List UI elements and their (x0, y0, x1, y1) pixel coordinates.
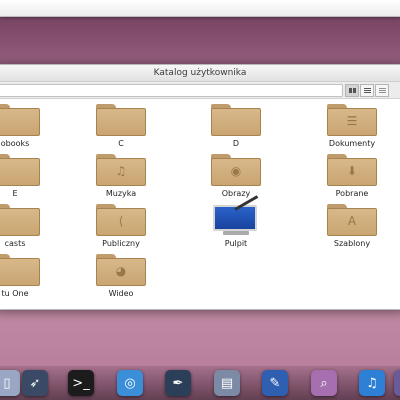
folder-label: Wideo (108, 289, 134, 298)
desktop-icon (211, 195, 261, 236)
folder-icon (0, 104, 40, 136)
folder-label: Szablony (333, 239, 371, 248)
folder-grid: obooks C D ☰ Dokumenty E ♫ Muzyka ◉ Obra… (0, 99, 400, 309)
music-icon[interactable]: ♫ (359, 370, 385, 396)
dock: ▯ ➶ >_ ◎ ✒ ▤ ✎ ⌕ ♫ ◆ (0, 366, 400, 400)
folder-label: Pobrane (335, 189, 369, 198)
folder-icon (0, 154, 40, 186)
folder-item[interactable]: casts (0, 204, 55, 248)
templates-folder-icon: A (327, 204, 377, 236)
search-icon[interactable]: ⌕ (311, 370, 337, 396)
folder-label: obooks (0, 139, 30, 148)
tools-icon[interactable]: ✒ (165, 370, 191, 396)
icon-view-button[interactable] (345, 84, 359, 97)
folder-label: E (12, 189, 18, 198)
folder-label: casts (4, 239, 26, 248)
terminal-icon[interactable]: >_ (68, 370, 94, 396)
folder-item[interactable]: ⟨ Publiczny (81, 204, 161, 248)
folder-item[interactable]: ⬇ Pobrane (312, 154, 392, 198)
downloads-folder-icon: ⬇ (327, 154, 377, 186)
folder-item[interactable]: ◕ Wideo (81, 254, 161, 298)
folder-item[interactable]: D (196, 104, 276, 148)
folder-icon (0, 204, 40, 236)
music-folder-icon: ♫ (96, 154, 146, 186)
documents-icon[interactable]: ▤ (214, 370, 240, 396)
top-panel (0, 0, 400, 17)
file-manager-window: Katalog użytkownika obooks C D ☰ Dokumen… (0, 64, 400, 310)
folder-label: D (232, 139, 240, 148)
folder-label: C (118, 139, 124, 148)
network-icon[interactable]: ◎ (117, 370, 143, 396)
folder-item[interactable]: ◉ Obrazy (196, 154, 276, 198)
folder-item[interactable]: obooks (0, 104, 55, 148)
public-folder-icon: ⟨ (96, 204, 146, 236)
window-title: Katalog użytkownika (0, 65, 400, 82)
videos-folder-icon: ◕ (96, 254, 146, 286)
location-bar[interactable] (0, 84, 343, 97)
folder-label: Obrazy (221, 189, 251, 198)
list-icon (363, 88, 371, 93)
quill-icon[interactable]: ✎ (262, 370, 288, 396)
documents-folder-icon: ☰ (327, 104, 377, 136)
folder-label: tu One (1, 289, 29, 298)
folder-label: Pulpit (224, 239, 248, 248)
folder-item[interactable]: C (81, 104, 161, 148)
pictures-folder-icon: ◉ (211, 154, 261, 186)
folder-label: Dokumenty (328, 139, 376, 148)
folder-icon (0, 254, 40, 286)
app-icon[interactable]: ◆ (394, 370, 400, 396)
folder-label: Publiczny (102, 239, 140, 248)
desktop-item[interactable]: Pulpit (196, 195, 276, 248)
compact-view-button[interactable] (375, 84, 389, 97)
folder-item[interactable]: ☰ Dokumenty (312, 104, 392, 148)
compact-icon (378, 88, 386, 93)
folder-item[interactable]: ♫ Muzyka (81, 154, 161, 198)
folder-label: Muzyka (105, 189, 137, 198)
grid-icon (348, 88, 356, 93)
list-view-button[interactable] (360, 84, 374, 97)
folder-icon (96, 104, 146, 136)
folder-item[interactable]: A Szablony (312, 204, 392, 248)
toolbar (0, 82, 400, 99)
rocket-icon[interactable]: ➶ (22, 370, 48, 396)
view-switcher (345, 84, 390, 97)
folder-item[interactable]: E (0, 154, 55, 198)
folder-icon (211, 104, 261, 136)
file-icon[interactable]: ▯ (0, 370, 20, 396)
folder-item[interactable]: tu One (0, 254, 55, 298)
